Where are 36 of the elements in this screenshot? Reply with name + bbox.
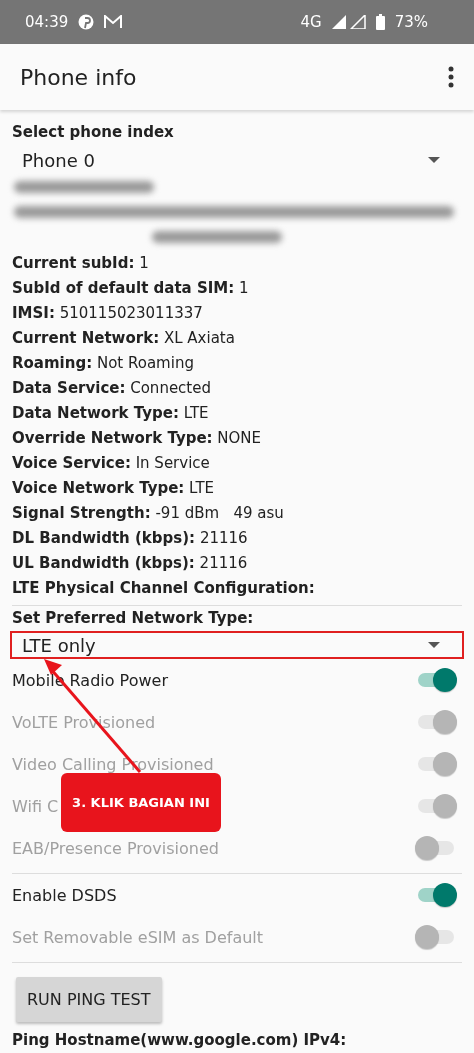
status-time: 04:39 <box>25 13 69 31</box>
signal-icon <box>331 15 366 29</box>
app-title: Phone info <box>20 64 138 90</box>
pinterest-icon <box>78 14 95 30</box>
phone-index-dropdown[interactable]: Phone 0 <box>10 145 464 175</box>
info-row-text: IMSI: 510115023011337 <box>12 303 204 324</box>
toggle-label: Wifi C <box>12 796 59 816</box>
info-row-text: LTE Physical Channel Configuration: <box>12 578 316 599</box>
section-label: Select phone index <box>12 122 175 143</box>
battery-icon <box>375 14 385 30</box>
dropdown-arrow-icon <box>428 642 440 648</box>
battery-level: 73% <box>394 13 428 31</box>
info-row-text: Data Service: Connected <box>12 378 212 399</box>
callout-label: 3. KLIK BAGIAN INI <box>61 773 221 832</box>
info-row-text: Voice Network Type: LTE <box>12 478 216 499</box>
section-label: Set Preferred Network Type: <box>12 608 255 629</box>
network-type: 4G <box>300 13 322 31</box>
info-row-text: Data Network Type: LTE <box>12 403 210 424</box>
info-row-text: Roaming: Not Roaming <box>12 353 195 374</box>
toggle-label: Enable DSDS <box>12 885 117 905</box>
info-row-text: SubId of default data SIM: 1 <box>12 278 250 299</box>
info-row-text: Override Network Type: NONE <box>12 428 263 449</box>
toggle-label: Set Removable eSIM as Default <box>12 927 264 947</box>
mail-icon <box>104 15 123 29</box>
more-icon[interactable] <box>448 66 454 88</box>
network-type-dropdown[interactable]: LTE only <box>10 631 464 659</box>
info-row-text: Signal Strength: -91 dBm 49 asu <box>12 503 285 524</box>
info-row-text: DL Bandwidth (kbps): 21116 <box>12 528 249 549</box>
info-row-text: UL Bandwidth (kbps): 21116 <box>12 553 249 574</box>
info-row-text: Current subId: 1 <box>12 253 150 274</box>
info-row-text: Current Network: XL Axiata <box>12 328 236 349</box>
toggle-label: EAB/Presence Provisioned <box>12 838 219 858</box>
ping-hostname-label: Ping Hostname(www.google.com) IPv4: <box>12 1030 348 1051</box>
info-row-text: Voice Service: In Service <box>12 453 211 474</box>
dropdown-arrow-icon <box>428 157 440 163</box>
ping-button[interactable]: RUN PING TEST <box>16 977 162 1022</box>
